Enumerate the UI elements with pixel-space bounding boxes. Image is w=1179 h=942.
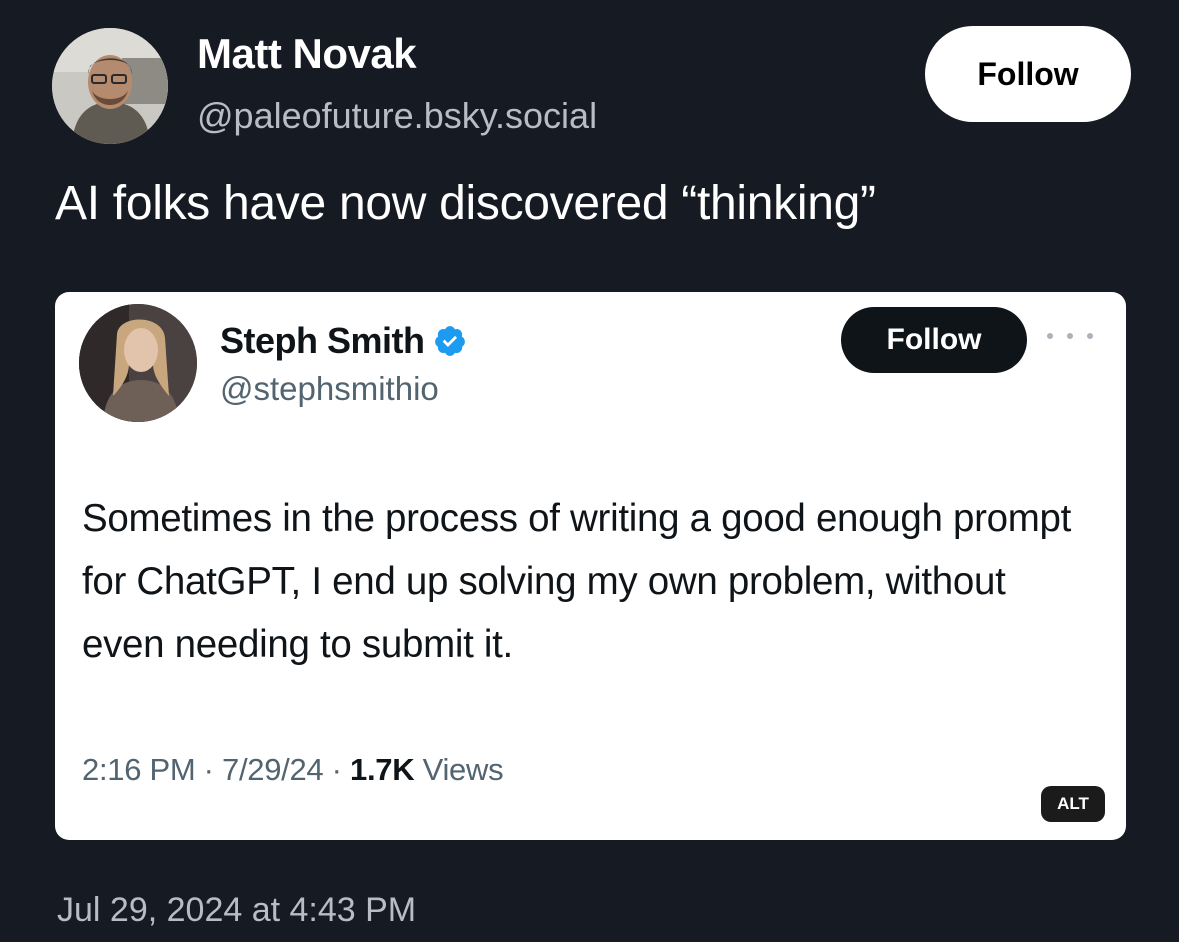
post-date-short[interactable]: 7/29/24	[222, 752, 324, 787]
post-time[interactable]: 2:16 PM	[82, 752, 196, 787]
verified-badge-icon	[434, 326, 465, 356]
meta-separator: ·	[195, 752, 223, 787]
embedded-post-meta: 2:16 PM · 7/29/24 · 1.7K Views	[82, 752, 504, 788]
follow-button[interactable]: Follow	[925, 26, 1131, 122]
embedded-author-name-text: Steph Smith	[220, 320, 425, 361]
author-avatar[interactable]	[52, 28, 168, 144]
embedded-author-name[interactable]: Steph Smith	[220, 320, 467, 362]
author-handle[interactable]: @paleofuture.bsky.social	[197, 95, 597, 137]
embedded-post-text: Sometimes in the process of writing a go…	[82, 497, 1072, 666]
post-timestamp[interactable]: Jul 29, 2024 at 4:43 PM	[57, 891, 416, 930]
embedded-author-avatar[interactable]	[79, 304, 197, 422]
post-text: AI folks have now discovered “thinking”	[55, 177, 876, 230]
alt-text-badge[interactable]: ALT	[1041, 786, 1105, 822]
embedded-author-handle[interactable]: @stephsmithio	[220, 370, 439, 408]
embedded-follow-button[interactable]: Follow	[841, 307, 1027, 373]
embedded-post-card[interactable]: Steph Smith @stephsmithio Follow Sometim…	[55, 292, 1126, 840]
views-count: 1.7K	[350, 752, 415, 787]
more-options-icon[interactable]	[1047, 328, 1093, 344]
author-name[interactable]: Matt Novak	[197, 30, 417, 78]
meta-separator: ·	[323, 752, 351, 787]
views-label: Views	[422, 752, 504, 787]
